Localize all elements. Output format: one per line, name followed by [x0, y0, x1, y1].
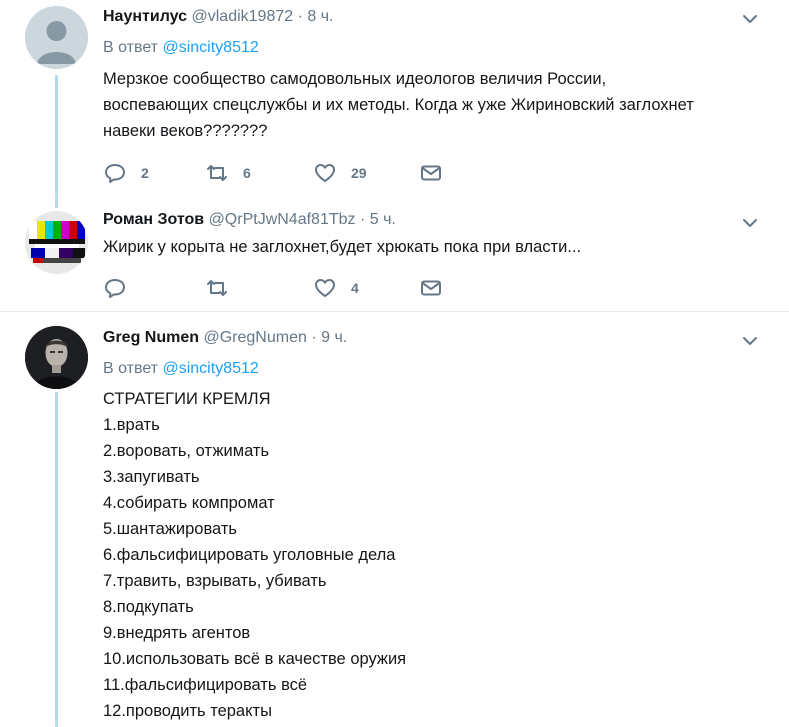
like-count: 4 — [351, 280, 359, 296]
envelope-icon — [421, 165, 441, 181]
avatar[interactable] — [25, 211, 88, 274]
like-count: 29 — [351, 165, 367, 181]
like-button[interactable]: 29 — [313, 160, 367, 186]
like-button[interactable]: 4 — [313, 275, 359, 301]
separator-dot: · — [359, 211, 366, 228]
tweet-text-line: 1.врать — [103, 416, 160, 434]
tweet-text-line: 2.воровать, отжимать — [103, 442, 270, 460]
retweet-button[interactable] — [205, 275, 243, 301]
chevron-down-icon[interactable] — [741, 332, 759, 350]
tweet-text-line: Жирик у корыта не заглохнет,будет хрюкат… — [103, 238, 582, 256]
tweet-text-line: 7.травить, взрывать, убивать — [103, 572, 327, 590]
avatar[interactable] — [25, 326, 88, 389]
retweet-icon — [207, 280, 227, 296]
reply-icon — [105, 164, 125, 183]
tweet-text-line: Мерзкое сообщество самодовольных идеолог… — [103, 70, 607, 88]
tweet-header: Greg Numen @GregNumen · 9 ч. — [103, 329, 347, 347]
tweet-text-line: 5.шантажировать — [103, 520, 237, 538]
user-handle[interactable]: @GregNumen — [203, 329, 306, 346]
user-photo-avatar-icon — [25, 326, 88, 389]
reply-count: 2 — [141, 165, 149, 181]
reply-button[interactable]: 2 — [103, 160, 149, 186]
display-name[interactable]: Роман Зотов — [103, 211, 204, 228]
tv-test-pattern-avatar-icon — [25, 211, 88, 274]
thread-line — [55, 75, 58, 196]
reply-prefix: В ответ — [103, 39, 159, 56]
chevron-down-icon[interactable] — [741, 10, 759, 28]
tweet-text: Жирик у корыта не заглохнет,будет хрюкат… — [103, 234, 581, 260]
thread-line — [55, 196, 58, 208]
direct-message-button[interactable] — [419, 160, 443, 186]
tweet-text-line: 12.проводить теракты — [103, 702, 272, 720]
retweet-button[interactable]: 6 — [205, 160, 251, 186]
reply-mention-link[interactable]: @sincity8512 — [162, 360, 258, 377]
timestamp[interactable]: 5 ч. — [370, 211, 396, 228]
direct-message-button[interactable] — [419, 275, 443, 301]
tweet-text-line: СТРАТЕГИИ КРЕМЛЯ — [103, 390, 271, 408]
tweet-text-line: 3.запугивать — [103, 468, 200, 486]
tweet-text: СТРАТЕГИИ КРЕМЛЯ 1.врать 2.воровать, отж… — [103, 386, 406, 724]
retweet-count: 6 — [243, 165, 251, 181]
tweet-text-line: 4.собирать компромат — [103, 494, 275, 512]
reply-mention-link[interactable]: @sincity8512 — [162, 39, 258, 56]
tweet-text-line: 11.фальсифицировать всё — [103, 676, 308, 694]
tweet-text: Мерзкое сообщество самодовольных идеолог… — [103, 66, 783, 144]
default-avatar-icon — [25, 6, 88, 69]
tweet-text-line: 10.использовать всё в качестве оружия — [103, 650, 407, 668]
avatar[interactable] — [25, 6, 88, 69]
separator-dot: · — [311, 329, 317, 346]
separator-dot: · — [297, 8, 303, 25]
tweet-text-line: навеки веков??????? — [103, 122, 268, 140]
reply-context: В ответ @sincity8512 — [103, 39, 259, 57]
tweet[interactable]: Greg Numen @GregNumen · 9 ч. В ответ @si… — [0, 312, 789, 727]
heart-icon — [315, 164, 335, 182]
reply-button[interactable] — [103, 275, 141, 301]
tweet[interactable]: Наунтилус @vladik19872 · 8 ч. В ответ @s… — [0, 0, 789, 196]
heart-icon — [315, 279, 335, 297]
envelope-icon — [421, 280, 441, 296]
chevron-down-icon[interactable] — [741, 214, 759, 232]
reply-prefix: В ответ — [103, 360, 159, 377]
tweet-text-line: воспевающих спецслужбы и их методы. Когд… — [103, 96, 694, 114]
tweet-header: Наунтилус @vladik19872 · 8 ч. — [103, 8, 334, 26]
reply-icon — [105, 279, 125, 298]
timestamp[interactable]: 8 ч. — [307, 8, 333, 25]
tweet-text-line: 8.подкупать — [103, 598, 194, 616]
tweet-text-line: 9.внедрять агентов — [103, 624, 251, 642]
timestamp[interactable]: 9 ч. — [321, 329, 347, 346]
display-name[interactable]: Greg Numen — [103, 329, 199, 346]
reply-context: В ответ @sincity8512 — [103, 360, 259, 378]
retweet-icon — [207, 165, 227, 181]
display-name[interactable]: Наунтилус — [103, 8, 187, 25]
user-handle[interactable]: @vladik19872 — [192, 8, 294, 25]
thread-line — [55, 392, 58, 727]
tweet-header: Роман Зотов @QrPtJwN4af81Tbz · 5 ч. — [103, 211, 396, 229]
tweet-text-line: 6.фальсифицировать уголовные дела — [103, 546, 396, 564]
user-handle[interactable]: @QrPtJwN4af81Tbz — [209, 211, 356, 228]
tweet[interactable]: Роман Зотов @QrPtJwN4af81Tbz · 5 ч. Жири… — [0, 196, 789, 311]
